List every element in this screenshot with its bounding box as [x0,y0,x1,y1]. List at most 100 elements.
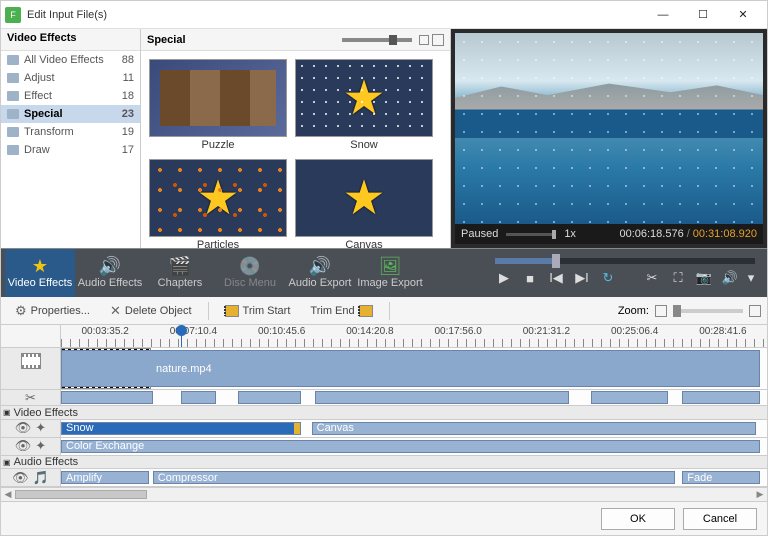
category-list: All Video Effects88Adjust11Effect18Speci… [1,51,140,248]
mode-toolbar: ★Video Effects🔊Audio Effects🎬Chapters💿Di… [1,249,767,297]
effect-tile-snow[interactable]: ★Snow [295,59,433,151]
mode-audio-export[interactable]: 🔊Audio Export [285,249,355,297]
star-box-icon[interactable]: ✦ [35,420,46,436]
cut-segment[interactable] [181,391,216,404]
delete-object-button[interactable]: ✕Delete Object [102,300,200,322]
cut-segment[interactable] [591,391,669,404]
scissors-icon: ✂ [25,390,36,406]
zoom-out-icon[interactable] [655,305,667,317]
prev-frame-button[interactable]: I◀ [545,268,567,288]
transport-controls: ▶ ■ I◀ ▶I ↻ ✂ ⛶ 📷 🔊 ▾ [493,268,757,288]
loop-button[interactable]: ↻ [597,268,619,288]
edit-toolbar: ⚙Properties... ✕Delete Object Trim Start… [1,297,767,325]
mode-chapters[interactable]: 🎬Chapters [145,249,215,297]
trim-start-button[interactable]: Trim Start [217,302,299,320]
mode-icon: 🎬 [169,257,191,275]
category-item-all-video-effects[interactable]: All Video Effects88 [1,51,140,69]
cut-segment[interactable] [61,391,153,404]
fullscreen-icon[interactable]: ⛶ [667,268,689,288]
trim-end-button[interactable]: Trim End [302,302,380,320]
thumbnail-size-slider[interactable] [342,38,412,42]
effect-label: Puzzle [201,139,234,151]
star-box-icon[interactable]: ✦ [35,438,46,454]
close-button[interactable]: ✕ [723,1,763,29]
playhead[interactable] [181,325,182,347]
cancel-button[interactable]: Cancel [683,508,757,530]
video-clip[interactable]: nature.mp4 [61,350,760,387]
effect-clip-fade[interactable]: Fade [682,471,760,484]
cuts-track-content[interactable] [61,390,767,405]
window-title: Edit Input File(s) [27,9,107,21]
next-frame-button[interactable]: ▶I [571,268,593,288]
effect-tile-particles[interactable]: ★ Particles [149,159,287,248]
zoom-fit-icon[interactable] [749,305,761,317]
ruler-tick: 00:25:06.4 [611,326,658,337]
timeline-ruler[interactable]: 00:03:35.200:07:10.400:10:45.600:14:20.8… [1,325,767,348]
zoom-label: Zoom: [618,305,649,317]
preview-speed-slider[interactable] [506,233,556,236]
preview-status-bar: Paused 1x 00:06:18.576 / 00:31:08.920 [455,224,763,244]
mode-icon: ★ [32,257,48,275]
effect-thumbnail: ★ [295,159,433,237]
category-item-draw[interactable]: Draw17 [1,141,140,159]
effect-label: Particles [197,239,239,248]
snapshot-icon[interactable]: 📷 [693,268,715,288]
effect-clip-compressor[interactable]: Compressor [153,471,675,484]
cut-segment[interactable] [238,391,302,404]
cut-segment[interactable] [682,391,760,404]
ok-button[interactable]: OK [601,508,675,530]
video-track-content[interactable]: nature.mp4 [61,348,767,389]
mode-audio-effects[interactable]: 🔊Audio Effects [75,249,145,297]
folder-icon [7,91,19,101]
cut-icon[interactable]: ✂ [641,268,663,288]
folder-icon [7,109,19,119]
audio-icon[interactable]: 🎵 [33,470,49,486]
mode-video-effects[interactable]: ★Video Effects [5,249,75,297]
filmstrip-icon [225,305,239,317]
timeline-scrollbar[interactable]: ◀▶ [1,487,767,501]
maximize-button[interactable]: ☐ [683,1,723,29]
video-effects-section-header[interactable]: ▣Video Effects [1,406,767,420]
volume-menu-icon[interactable]: ▾ [745,268,757,288]
video-track-icon [21,353,41,369]
app-icon: F [5,7,21,23]
mode-disc-menu: 💿Disc Menu [215,249,285,297]
grid-view-large-icon[interactable] [432,34,444,46]
grid-view-small-icon[interactable] [419,35,429,45]
cut-segment[interactable] [315,391,569,404]
stop-button[interactable]: ■ [519,268,541,288]
volume-icon[interactable]: 🔊 [719,268,741,288]
category-item-special[interactable]: Special23 [1,105,140,123]
video-effect-track-content[interactable]: Color Exchange [61,438,767,455]
eye-icon[interactable]: 👁 [12,470,29,486]
seek-bar[interactable] [495,258,755,264]
mode-image-export[interactable]: 🖼Image Export [355,249,425,297]
video-effect-track: 👁✦ Snow Canvas [1,420,767,438]
preview-video[interactable] [455,33,763,224]
effect-clip-amplify[interactable]: Amplify [61,471,149,484]
effect-clip-color-exchange[interactable]: Color Exchange [61,440,760,453]
effect-tile-canvas[interactable]: ★Canvas [295,159,433,248]
zoom-slider[interactable] [673,309,743,313]
eye-icon[interactable]: 👁 [15,420,32,436]
minimize-button[interactable]: — [643,1,683,29]
effects-category-panel: Video Effects All Video Effects88Adjust1… [1,29,141,248]
effect-clip-snow[interactable]: Snow [61,422,301,435]
delete-icon: ✕ [110,303,121,319]
effect-tile-puzzle[interactable]: ★Puzzle [149,59,287,151]
category-item-transform[interactable]: Transform19 [1,123,140,141]
effect-thumbnail: ★ [149,159,287,237]
play-button[interactable]: ▶ [493,268,515,288]
effect-thumbnail: ★ [295,59,433,137]
video-effect-track: 👁✦ Color Exchange [1,438,767,456]
effect-clip-canvas[interactable]: Canvas [312,422,757,435]
preview-state: Paused [461,228,498,240]
audio-effects-section-header[interactable]: ▣Audio Effects [1,456,767,470]
mode-icon: 🖼 [379,257,402,275]
category-item-effect[interactable]: Effect18 [1,87,140,105]
properties-button[interactable]: ⚙Properties... [7,300,98,322]
audio-effect-track-content[interactable]: Amplify Compressor Fade [61,469,767,486]
video-effect-track-content[interactable]: Snow Canvas [61,420,767,437]
eye-icon[interactable]: 👁 [15,438,32,454]
category-item-adjust[interactable]: Adjust11 [1,69,140,87]
